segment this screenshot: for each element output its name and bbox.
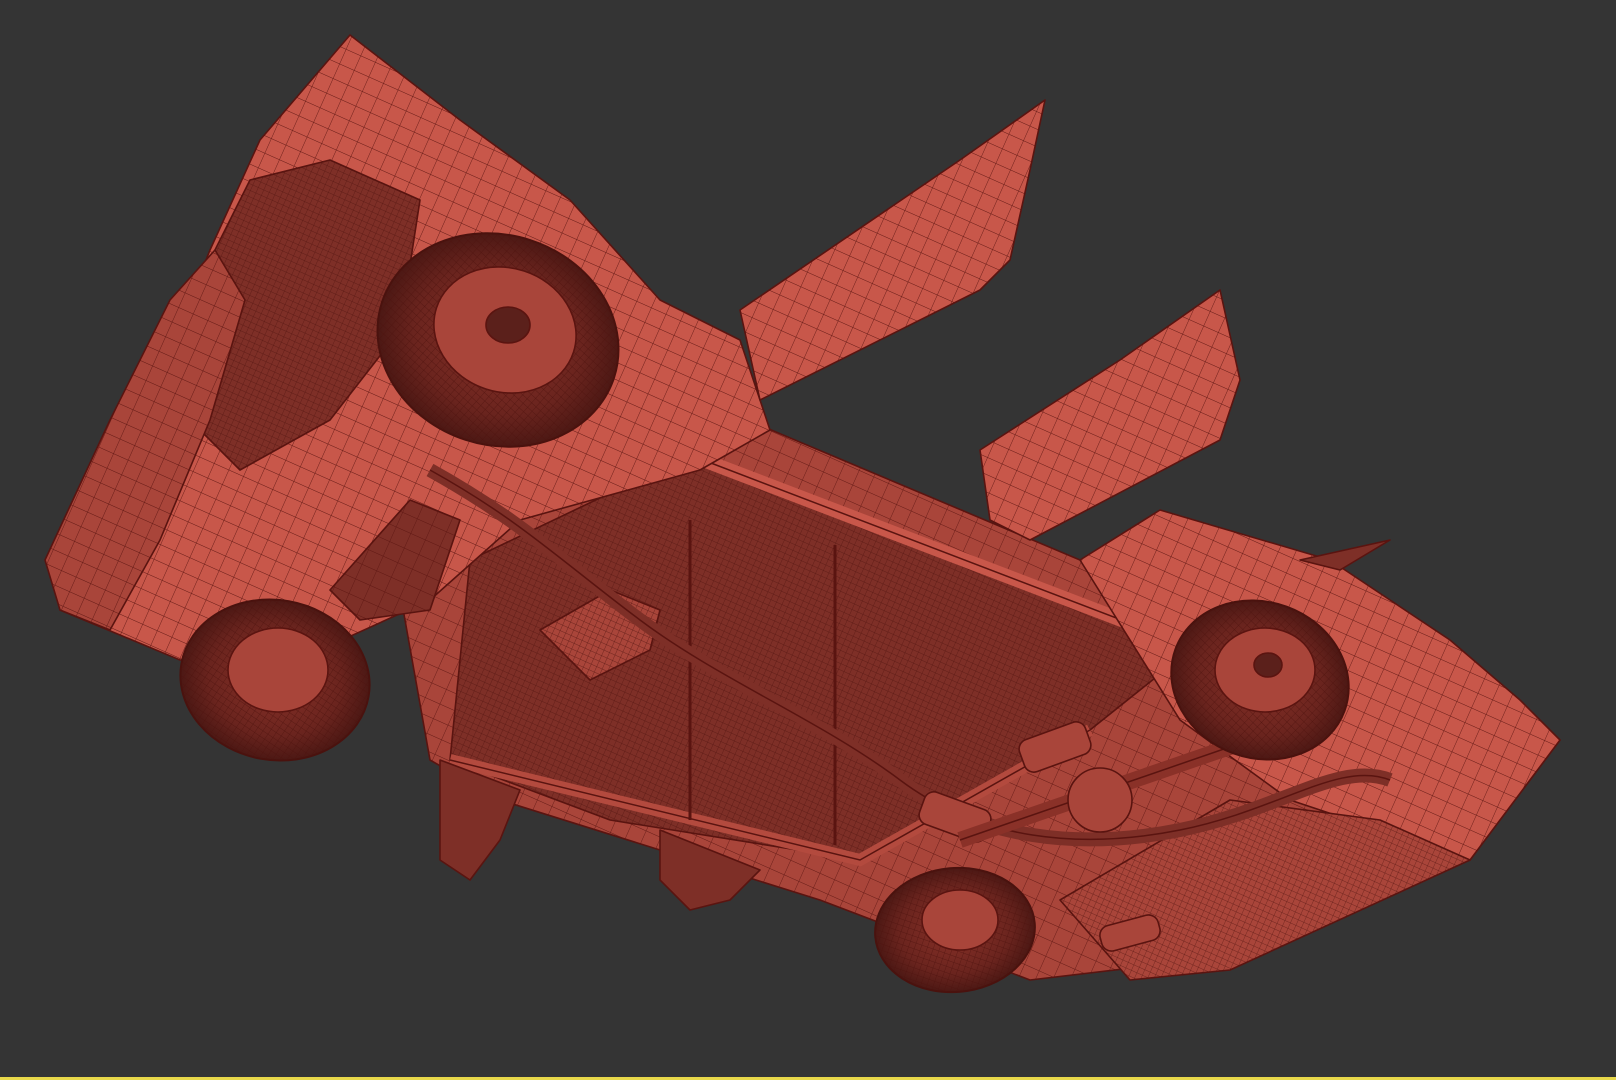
car-underside-wireframe-model: [44, 34, 1561, 994]
3d-viewport[interactable]: [0, 0, 1616, 1077]
open-door-right: [979, 289, 1241, 541]
open-door-left: [739, 99, 1046, 401]
